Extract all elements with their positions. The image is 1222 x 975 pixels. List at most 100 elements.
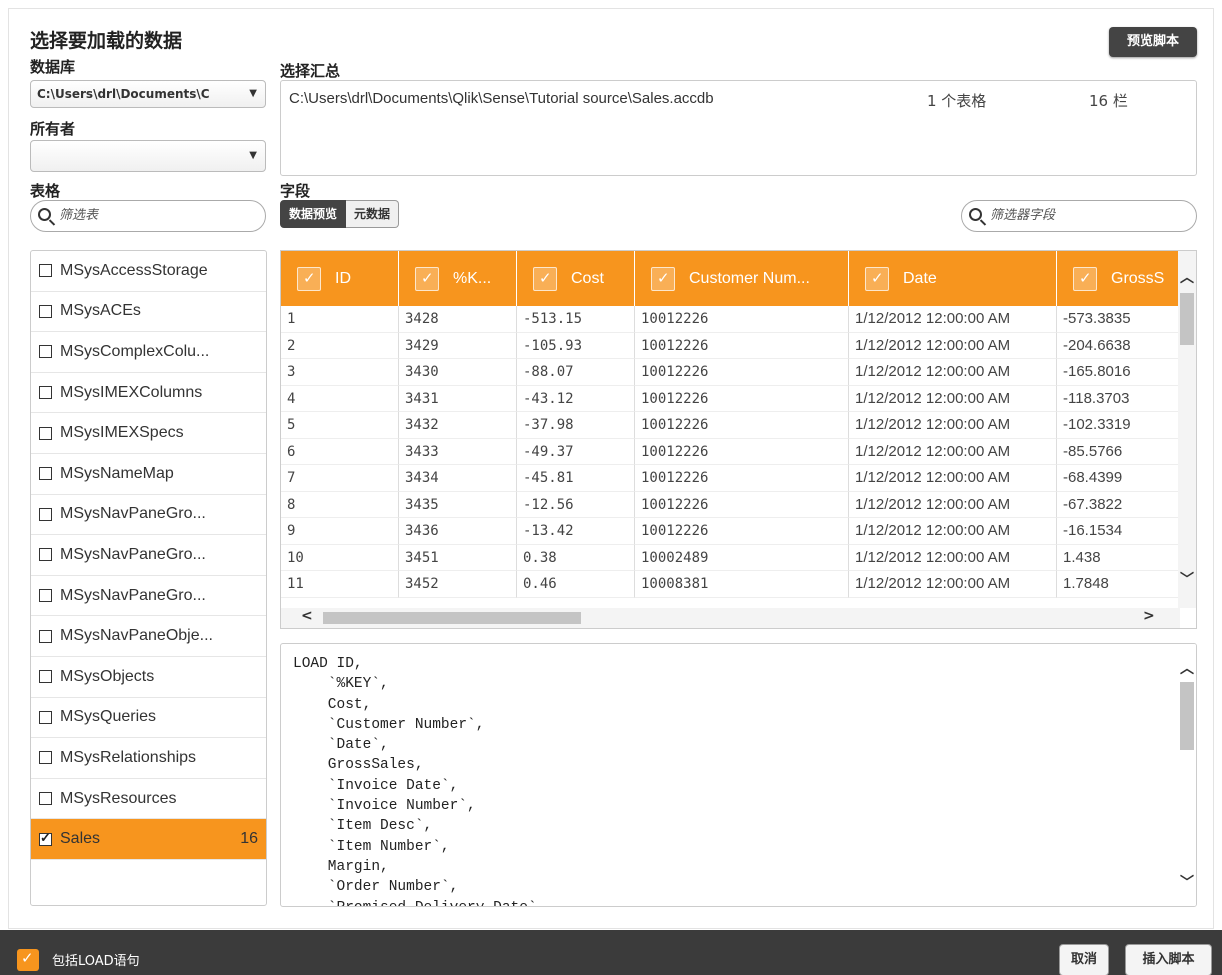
chevron-down-icon[interactable]: ﹀ bbox=[1180, 569, 1194, 589]
grid-cell: -67.3822 bbox=[1057, 491, 1187, 518]
grid-column-header[interactable]: GrossS bbox=[1057, 251, 1187, 306]
table-list-item[interactable]: MSysNavPaneGro... bbox=[31, 535, 266, 576]
column-checkbox[interactable] bbox=[865, 266, 889, 291]
table-list-item[interactable]: MSysNavPaneGro... bbox=[31, 576, 266, 617]
table-row: 7 3434 -45.81 10012226 1/12/2012 12:00:00 AM… bbox=[281, 465, 1187, 492]
table-name: MSysResources bbox=[60, 789, 177, 807]
table-checkbox[interactable] bbox=[39, 264, 52, 278]
table-checkbox[interactable] bbox=[39, 792, 52, 806]
table-name: MSysNavPaneGro... bbox=[60, 545, 206, 563]
table-list-item[interactable]: Sales 16 bbox=[31, 819, 266, 860]
grid-cell: 1/12/2012 12:00:00 AM bbox=[849, 544, 1057, 571]
grid-cell: 9 bbox=[281, 518, 399, 545]
table-row: 4 3431 -43.12 10012226 1/12/2012 12:00:00 AM… bbox=[281, 385, 1187, 412]
script-line: `Order Number`, bbox=[293, 879, 459, 896]
table-list-item[interactable]: MSysObjects bbox=[31, 657, 266, 698]
grid-cell: 1 bbox=[281, 306, 399, 333]
insert-script-button[interactable]: 插入脚本 bbox=[1125, 944, 1212, 975]
column-checkbox[interactable] bbox=[297, 266, 321, 291]
chevron-up-icon[interactable]: ︿ bbox=[1180, 658, 1194, 678]
database-select[interactable]: C:\Users\drl\Documents\C ▼ bbox=[30, 80, 266, 108]
include-load-checkbox[interactable] bbox=[17, 949, 39, 971]
table-checkbox[interactable] bbox=[39, 386, 52, 400]
grid-cell: -12.56 bbox=[517, 491, 635, 518]
table-list-item[interactable]: MSysQueries bbox=[31, 698, 266, 739]
grid-cell: 3432 bbox=[399, 412, 517, 439]
table-checkbox[interactable] bbox=[39, 710, 52, 724]
script-preview: LOAD ID, `%KEY`, Cost, `Customer Number`… bbox=[280, 643, 1197, 907]
tab-metadata[interactable]: 元数据 bbox=[346, 200, 400, 228]
table-checkbox[interactable] bbox=[39, 589, 52, 603]
table-checkbox[interactable] bbox=[39, 751, 52, 765]
grid-cell: 3433 bbox=[399, 438, 517, 465]
grid-cell: 1.438 bbox=[1057, 544, 1187, 571]
script-line: `Invoice Date`, bbox=[293, 777, 459, 794]
chevron-right-icon[interactable]: > bbox=[1143, 608, 1155, 624]
table-row: 8 3435 -12.56 10012226 1/12/2012 12:00:00 AM… bbox=[281, 491, 1187, 518]
grid-cell: 10012226 bbox=[635, 412, 849, 439]
table-checkbox[interactable] bbox=[39, 670, 52, 684]
table-list-item[interactable]: MSysRelationships bbox=[31, 738, 266, 779]
grid-vertical-scrollbar[interactable]: ︿ ﹀ bbox=[1178, 251, 1196, 608]
table-checkbox[interactable] bbox=[39, 830, 52, 846]
preview-script-button[interactable]: 预览脚本 bbox=[1109, 27, 1197, 57]
summary-fields-count: 16 栏 bbox=[1089, 92, 1128, 110]
grid-cell: 1/12/2012 12:00:00 AM bbox=[849, 412, 1057, 439]
table-checkbox[interactable] bbox=[39, 467, 52, 481]
grid-column-header[interactable]: Cost bbox=[517, 251, 635, 306]
grid-cell: -513.15 bbox=[517, 306, 635, 333]
script-vscroll-thumb[interactable] bbox=[1180, 682, 1194, 750]
table-list-item[interactable]: MSysACEs bbox=[31, 292, 266, 333]
table-list-item[interactable]: MSysNavPaneGro... bbox=[31, 495, 266, 536]
table-checkbox[interactable] bbox=[39, 426, 52, 440]
column-checkbox[interactable] bbox=[651, 266, 675, 291]
chevron-left-icon[interactable]: < bbox=[301, 608, 313, 624]
grid-cell: 3431 bbox=[399, 385, 517, 412]
grid-column-header[interactable]: Date bbox=[849, 251, 1057, 306]
table-checkbox[interactable] bbox=[39, 548, 52, 562]
tables-search-input[interactable]: 筛选表 bbox=[30, 200, 266, 232]
table-name: MSysComplexColu... bbox=[60, 342, 210, 360]
fields-search-input[interactable]: 筛选器字段 bbox=[961, 200, 1197, 232]
column-checkbox[interactable] bbox=[533, 266, 557, 291]
table-checkbox[interactable] bbox=[39, 345, 52, 359]
tab-data-preview[interactable]: 数据预览 bbox=[280, 200, 347, 228]
grid-cell: -165.8016 bbox=[1057, 359, 1187, 386]
summary-box: C:\Users\drl\Documents\Qlik\Sense\Tutori… bbox=[280, 80, 1197, 176]
grid-hscroll-thumb[interactable] bbox=[323, 612, 581, 624]
script-vertical-scrollbar[interactable]: ︿ ﹀ bbox=[1178, 644, 1196, 906]
grid-cell: 4 bbox=[281, 385, 399, 412]
owner-select[interactable]: ▼ bbox=[30, 140, 266, 172]
grid-cell: -85.5766 bbox=[1057, 438, 1187, 465]
grid-column-header[interactable]: Customer Num... bbox=[635, 251, 849, 306]
chevron-down-icon[interactable]: ﹀ bbox=[1180, 872, 1194, 892]
grid-column-header[interactable]: ID bbox=[281, 251, 399, 306]
table-list-item[interactable]: MSysAccessStorage bbox=[31, 251, 266, 292]
grid-cell: 1.7848 bbox=[1057, 571, 1187, 598]
table-name: MSysNavPaneObje... bbox=[60, 627, 213, 645]
grid-cell: 0.38 bbox=[517, 544, 635, 571]
script-line: `Item Desc`, bbox=[293, 818, 433, 835]
script-line: `Customer Number`, bbox=[293, 716, 485, 733]
table-list-item[interactable]: MSysNameMap bbox=[31, 454, 266, 495]
table-list-item[interactable]: MSysResources bbox=[31, 779, 266, 820]
table-checkbox[interactable] bbox=[39, 304, 52, 318]
grid-horizontal-scrollbar[interactable]: < > bbox=[281, 608, 1180, 628]
table-list-item[interactable]: MSysNavPaneObje... bbox=[31, 616, 266, 657]
table-row: 5 3432 -37.98 10012226 1/12/2012 12:00:00 AM… bbox=[281, 412, 1187, 439]
table-list-item[interactable]: MSysIMEXSpecs bbox=[31, 413, 266, 454]
column-checkbox[interactable] bbox=[415, 266, 439, 291]
table-list-item[interactable]: MSysIMEXColumns bbox=[31, 373, 266, 414]
table-list-item[interactable]: MSysComplexColu... bbox=[31, 332, 266, 373]
grid-vscroll-thumb[interactable] bbox=[1180, 293, 1194, 345]
grid-column-header[interactable]: %K... bbox=[399, 251, 517, 306]
table-row: 9 3436 -13.42 10012226 1/12/2012 12:00:00 AM… bbox=[281, 518, 1187, 545]
table-checkbox[interactable] bbox=[39, 507, 52, 521]
table-checkbox[interactable] bbox=[39, 629, 52, 643]
column-checkbox[interactable] bbox=[1073, 266, 1097, 291]
script-line: GrossSales, bbox=[293, 757, 424, 774]
grid-cell: -16.1534 bbox=[1057, 518, 1187, 545]
chevron-up-icon[interactable]: ︿ bbox=[1180, 267, 1194, 287]
search-icon bbox=[38, 208, 51, 221]
cancel-button[interactable]: 取消 bbox=[1059, 944, 1109, 975]
